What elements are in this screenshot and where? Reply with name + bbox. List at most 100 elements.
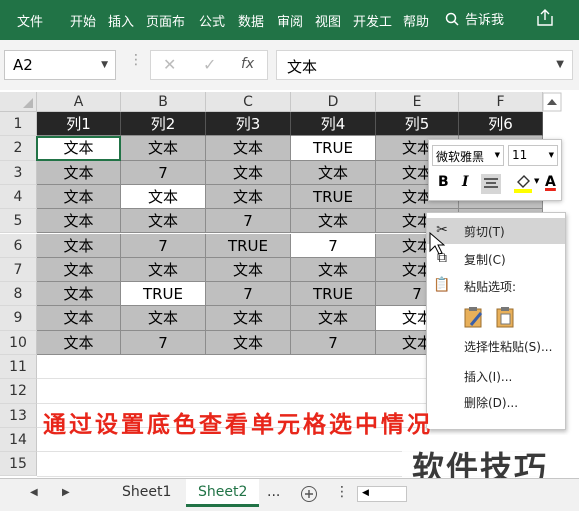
menu-item-copy[interactable]: ⧉ 复制(C) — [427, 246, 565, 272]
table-cell[interactable]: TRUE — [291, 136, 376, 161]
paste-formatting-icon[interactable] — [463, 305, 485, 329]
horizontal-scrollbar[interactable]: ◀ — [357, 486, 407, 502]
table-cell[interactable]: 文本 — [206, 306, 291, 331]
tab-view[interactable]: 视图 — [315, 11, 341, 30]
table-cell[interactable]: 7 — [206, 209, 291, 234]
table-cell[interactable]: 7 — [291, 233, 376, 258]
table-header-cell[interactable]: 列6 — [459, 112, 543, 137]
italic-button[interactable]: I — [462, 174, 469, 190]
row-header-11[interactable]: 11 — [0, 355, 37, 380]
table-cell[interactable]: 文本 — [206, 330, 291, 355]
table-cell[interactable]: 文本 — [121, 257, 206, 283]
more-sheets-button[interactable]: ... — [261, 479, 286, 507]
chevron-down-icon[interactable]: ▼ — [101, 60, 108, 70]
tab-data[interactable]: 数据 — [238, 11, 264, 30]
row-header-15[interactable]: 15 — [0, 452, 37, 477]
tab-developer[interactable]: 开发工 — [353, 11, 392, 30]
share-icon[interactable] — [535, 8, 555, 28]
font-color-button[interactable]: A — [545, 174, 556, 190]
tell-me-box[interactable]: 告诉我 — [445, 9, 504, 28]
table-cell[interactable]: 文本 — [291, 306, 376, 331]
table-cell[interactable]: 文本 — [206, 184, 291, 210]
row-header-4[interactable]: 4 — [0, 184, 37, 210]
table-header-cell[interactable]: 列3 — [206, 112, 291, 137]
column-header-e[interactable]: E — [376, 92, 459, 112]
table-cell[interactable]: TRUE — [121, 282, 206, 307]
table-cell[interactable]: 文本 — [37, 257, 121, 283]
table-header-cell[interactable]: 列4 — [291, 112, 376, 137]
next-sheet-icon[interactable]: ▶ — [62, 487, 70, 498]
align-center-icon[interactable] — [481, 174, 501, 194]
table-cell[interactable]: TRUE — [206, 233, 291, 258]
table-cell[interactable]: 文本 — [37, 184, 121, 210]
tab-insert[interactable]: 插入 — [108, 11, 134, 30]
table-header-cell[interactable]: 列5 — [376, 112, 459, 137]
enter-check-icon[interactable]: ✓ — [203, 55, 216, 74]
row-header-10[interactable]: 10 — [0, 330, 37, 355]
row-header-13[interactable]: 13 — [0, 403, 37, 428]
table-cell[interactable]: 文本 — [37, 209, 121, 234]
table-cell[interactable]: 文本 — [291, 209, 376, 234]
add-sheet-icon[interactable] — [300, 485, 318, 503]
splitter-handle[interactable]: ⋮ — [335, 484, 349, 500]
menu-item-paste-special[interactable]: 选择性粘贴(S)... — [427, 333, 565, 359]
tab-file[interactable]: 文件 — [17, 11, 43, 30]
font-size-box[interactable]: 11 ▼ — [508, 145, 558, 166]
scroll-left-icon[interactable]: ◀ — [362, 488, 369, 498]
menu-item-insert[interactable]: 插入(I)... — [427, 363, 565, 389]
table-header-cell[interactable]: 列2 — [121, 112, 206, 137]
sheet-tab-2[interactable]: Sheet2 — [186, 479, 260, 507]
table-cell[interactable]: 7 — [291, 330, 376, 355]
splitter-handle[interactable]: ⋮ — [129, 52, 143, 68]
table-cell[interactable]: 文本 — [121, 136, 206, 161]
table-cell[interactable]: TRUE — [291, 282, 376, 307]
cancel-icon[interactable]: ✕ — [163, 55, 176, 74]
table-cell[interactable]: 文本 — [37, 330, 121, 355]
chevron-down-icon[interactable]: ▼ — [534, 177, 539, 185]
table-cell[interactable]: 文本 — [291, 160, 376, 185]
table-cell[interactable]: 文本 — [37, 282, 121, 307]
chevron-down-icon[interactable]: ▼ — [549, 151, 554, 159]
row-header-2[interactable]: 2 — [0, 136, 37, 161]
tab-formulas[interactable]: 公式 — [199, 11, 225, 30]
sheet-tab-1[interactable]: Sheet1 — [110, 479, 183, 507]
table-cell[interactable]: 文本 — [291, 257, 376, 283]
table-cell[interactable]: TRUE — [291, 184, 376, 210]
menu-item-cut[interactable]: ✂ 剪切(T) — [427, 218, 565, 244]
chevron-down-icon[interactable]: ▼ — [495, 151, 500, 159]
tab-help[interactable]: 帮助 — [403, 11, 429, 30]
bold-button[interactable]: B — [438, 174, 449, 190]
prev-sheet-icon[interactable]: ◀ — [30, 487, 38, 498]
table-cell[interactable]: 文本 — [121, 306, 206, 331]
tab-page-layout[interactable]: 页面布 — [146, 11, 185, 30]
table-cell[interactable]: 文本 — [37, 160, 121, 185]
row-header-14[interactable]: 14 — [0, 427, 37, 453]
table-cell[interactable]: 7 — [121, 330, 206, 355]
column-header-b[interactable]: B — [121, 92, 206, 112]
tab-home[interactable]: 开始 — [70, 11, 96, 30]
expand-formula-icon[interactable]: ▼ — [556, 59, 564, 70]
table-cell[interactable]: 文本 — [37, 306, 121, 331]
row-header-7[interactable]: 7 — [0, 257, 37, 283]
scroll-up-icon[interactable] — [542, 92, 562, 112]
formula-input[interactable]: 文本 ▼ — [276, 50, 573, 80]
table-cell[interactable]: 7 — [121, 233, 206, 258]
column-header-f[interactable]: F — [459, 92, 543, 112]
row-header-3[interactable]: 3 — [0, 160, 37, 185]
row-header-1[interactable]: 1 — [0, 112, 37, 137]
table-cell[interactable]: 文本 — [121, 184, 206, 210]
column-header-a[interactable]: A — [37, 92, 121, 112]
row-header-8[interactable]: 8 — [0, 282, 37, 307]
table-cell[interactable]: 7 — [206, 282, 291, 307]
menu-item-delete[interactable]: 删除(D)... — [427, 389, 565, 415]
table-cell[interactable]: 文本 — [206, 136, 291, 161]
row-header-5[interactable]: 5 — [0, 209, 37, 234]
table-cell[interactable]: 文本 — [37, 233, 121, 258]
fill-color-icon[interactable] — [513, 172, 533, 194]
font-name-box[interactable]: 微软雅黑 ▼ — [432, 145, 504, 166]
insert-function-icon[interactable]: fx — [241, 56, 254, 72]
tab-review[interactable]: 审阅 — [277, 11, 303, 30]
table-cell[interactable]: 文本 — [121, 209, 206, 234]
column-header-c[interactable]: C — [206, 92, 291, 112]
select-all-corner[interactable] — [0, 92, 37, 112]
